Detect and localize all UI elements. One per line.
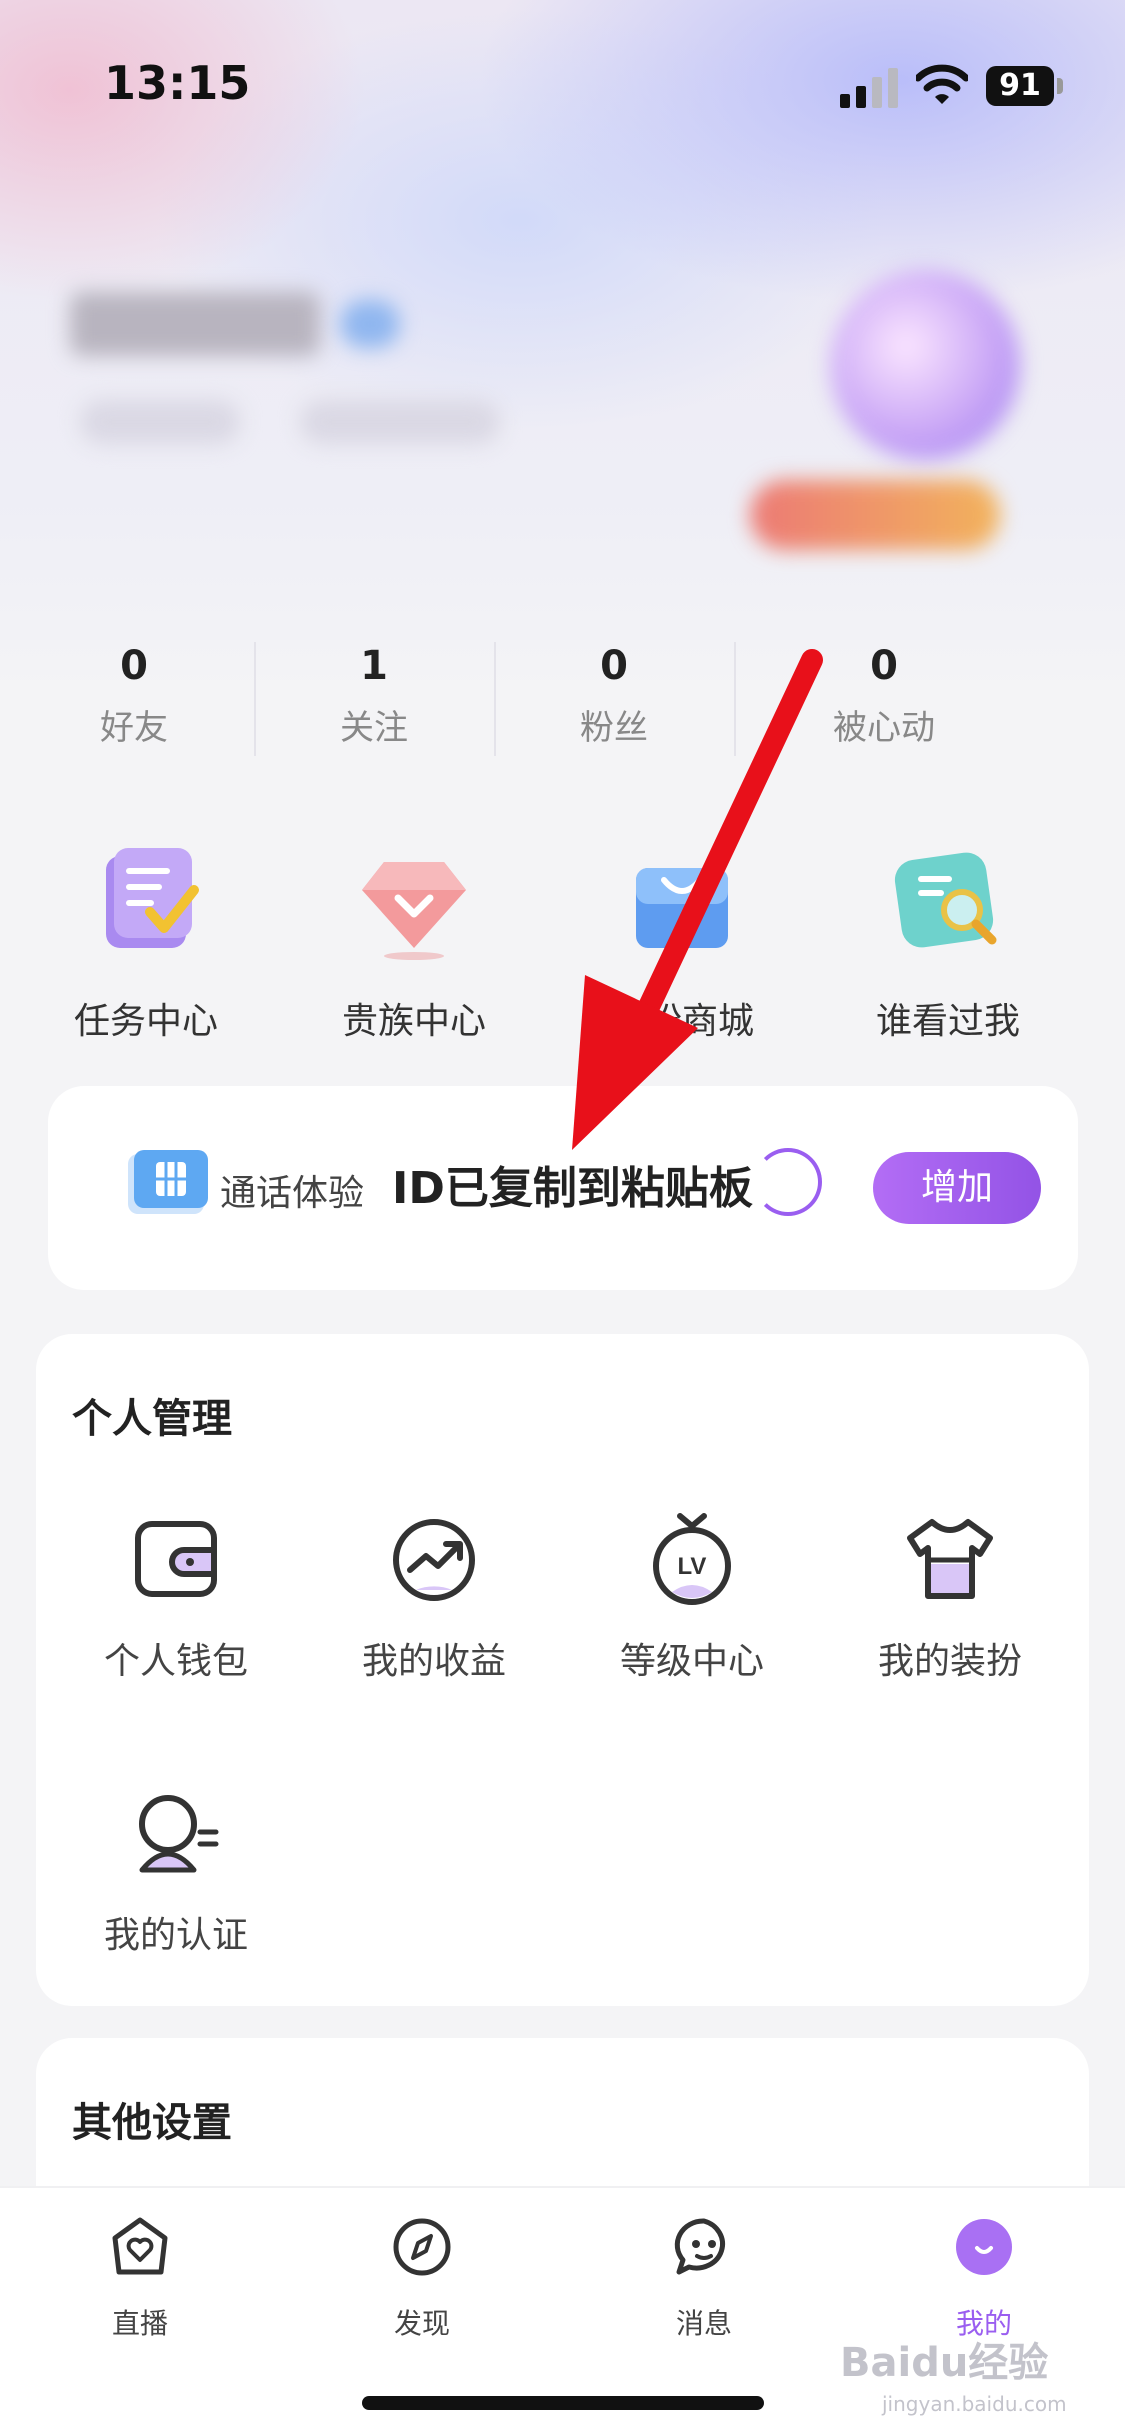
tab-discover[interactable]: 发现 [322, 2216, 522, 2342]
tab-mine[interactable]: 我的 [884, 2216, 1084, 2342]
stat-value: 0 [870, 643, 898, 689]
section-title: 个人管理 [72, 1396, 232, 1442]
noble-diamond-icon [362, 862, 466, 960]
stat-label: 关注 [340, 708, 408, 748]
stat-value: 0 [600, 643, 628, 689]
outfit-shirt-icon [907, 1519, 993, 1599]
quick-outfit-shop[interactable]: 装扮商城 [552, 840, 812, 1044]
stat-liked-by[interactable]: 0 被心动 [764, 638, 1004, 749]
quick-action-label: 任务中心 [73, 1001, 218, 1042]
vip-badge-blurred [340, 300, 400, 348]
task-center-icon [106, 848, 199, 948]
battery-level: 91 [999, 68, 1041, 103]
stat-label: 好友 [100, 708, 168, 748]
tab-live[interactable]: 直播 [40, 2216, 240, 2342]
battery-indicator: 91 [986, 66, 1066, 106]
menu-level-center[interactable]: LV 等级中心 [572, 1512, 812, 1684]
compass-icon [393, 2218, 451, 2276]
quick-task-center[interactable]: 任务中心 [16, 840, 276, 1044]
tab-label: 消息 [675, 2307, 732, 2340]
quick-who-viewed-me[interactable]: 谁看过我 [818, 840, 1078, 1044]
stat-label: 被心动 [833, 708, 935, 748]
shop-bag-icon [636, 868, 728, 948]
quick-noble-center[interactable]: 贵族中心 [284, 840, 544, 1044]
stat-label: 粉丝 [580, 708, 648, 748]
copied-toast: ID已复制到粘贴板 [392, 1163, 753, 1214]
quick-action-label: 装扮商城 [609, 1001, 754, 1042]
verification-user-icon [139, 1795, 219, 1873]
loading-spinner [754, 1148, 822, 1216]
chat-face-icon [674, 2218, 726, 2275]
profile-id-blurred[interactable] [80, 400, 240, 444]
stat-divider [734, 642, 736, 756]
stat-following[interactable]: 1 关注 [254, 638, 494, 749]
status-time: 13:15 [104, 56, 251, 110]
menu-label: 我的认证 [103, 1915, 248, 1956]
avatar-badge-blurred[interactable] [750, 480, 1000, 550]
profile-stats: 0 好友 1 关注 0 粉丝 0 被心动 [0, 638, 1125, 760]
menu-my-outfit[interactable]: 我的装扮 [830, 1512, 1070, 1684]
visitor-search-icon [894, 852, 997, 948]
tab-label: 发现 [393, 2307, 450, 2340]
menu-label: 个人钱包 [103, 1641, 248, 1682]
stat-value: 0 [120, 643, 148, 689]
menu-label: 我的装扮 [877, 1641, 1022, 1682]
tab-label: 直播 [111, 2307, 168, 2340]
quick-action-label: 贵族中心 [341, 1001, 486, 1042]
watermark-url: jingyan.baidu.com [882, 2392, 1067, 2416]
menu-wallet[interactable]: 个人钱包 [56, 1512, 296, 1684]
call-experience-label: 通话体验 [220, 1173, 365, 1214]
earnings-chart-icon [393, 1519, 475, 1601]
avatar[interactable] [830, 270, 1020, 460]
home-indicator[interactable] [362, 2396, 764, 2410]
tab-messages[interactable]: 消息 [604, 2216, 804, 2342]
live-heart-house-icon [112, 2217, 168, 2275]
stat-friends[interactable]: 0 好友 [14, 638, 254, 749]
svg-text:LV: LV [678, 1553, 707, 1580]
quick-action-label: 谁看过我 [875, 1001, 1020, 1042]
profile-smile-icon [956, 2219, 1012, 2275]
menu-label: 我的收益 [361, 1641, 506, 1682]
menu-earnings[interactable]: 我的收益 [314, 1512, 554, 1684]
add-button[interactable]: 增加 [873, 1152, 1041, 1224]
personal-management-card: 个人管理 个人钱包 我的收益 LV 等级中心 我的装扮 我的认证 [36, 1334, 1089, 2006]
stat-fans[interactable]: 0 粉丝 [494, 638, 734, 749]
profile-name-blurred[interactable] [70, 292, 320, 356]
wallet-icon [135, 1521, 217, 1597]
menu-label: 等级中心 [619, 1641, 764, 1682]
stat-value: 1 [360, 643, 388, 689]
cellular-signal-icon [840, 68, 898, 108]
profile-info-blurred [300, 400, 500, 444]
watermark-text: Baidu经验 [840, 2340, 1049, 2386]
menu-verification[interactable]: 我的认证 [56, 1786, 296, 1958]
call-experience-card[interactable]: 通话体验 ID已复制到粘贴板 增加 [48, 1086, 1078, 1290]
section-title: 其他设置 [72, 2100, 232, 2146]
level-lv-icon: LV [653, 1513, 731, 1605]
wifi-icon [916, 64, 968, 104]
